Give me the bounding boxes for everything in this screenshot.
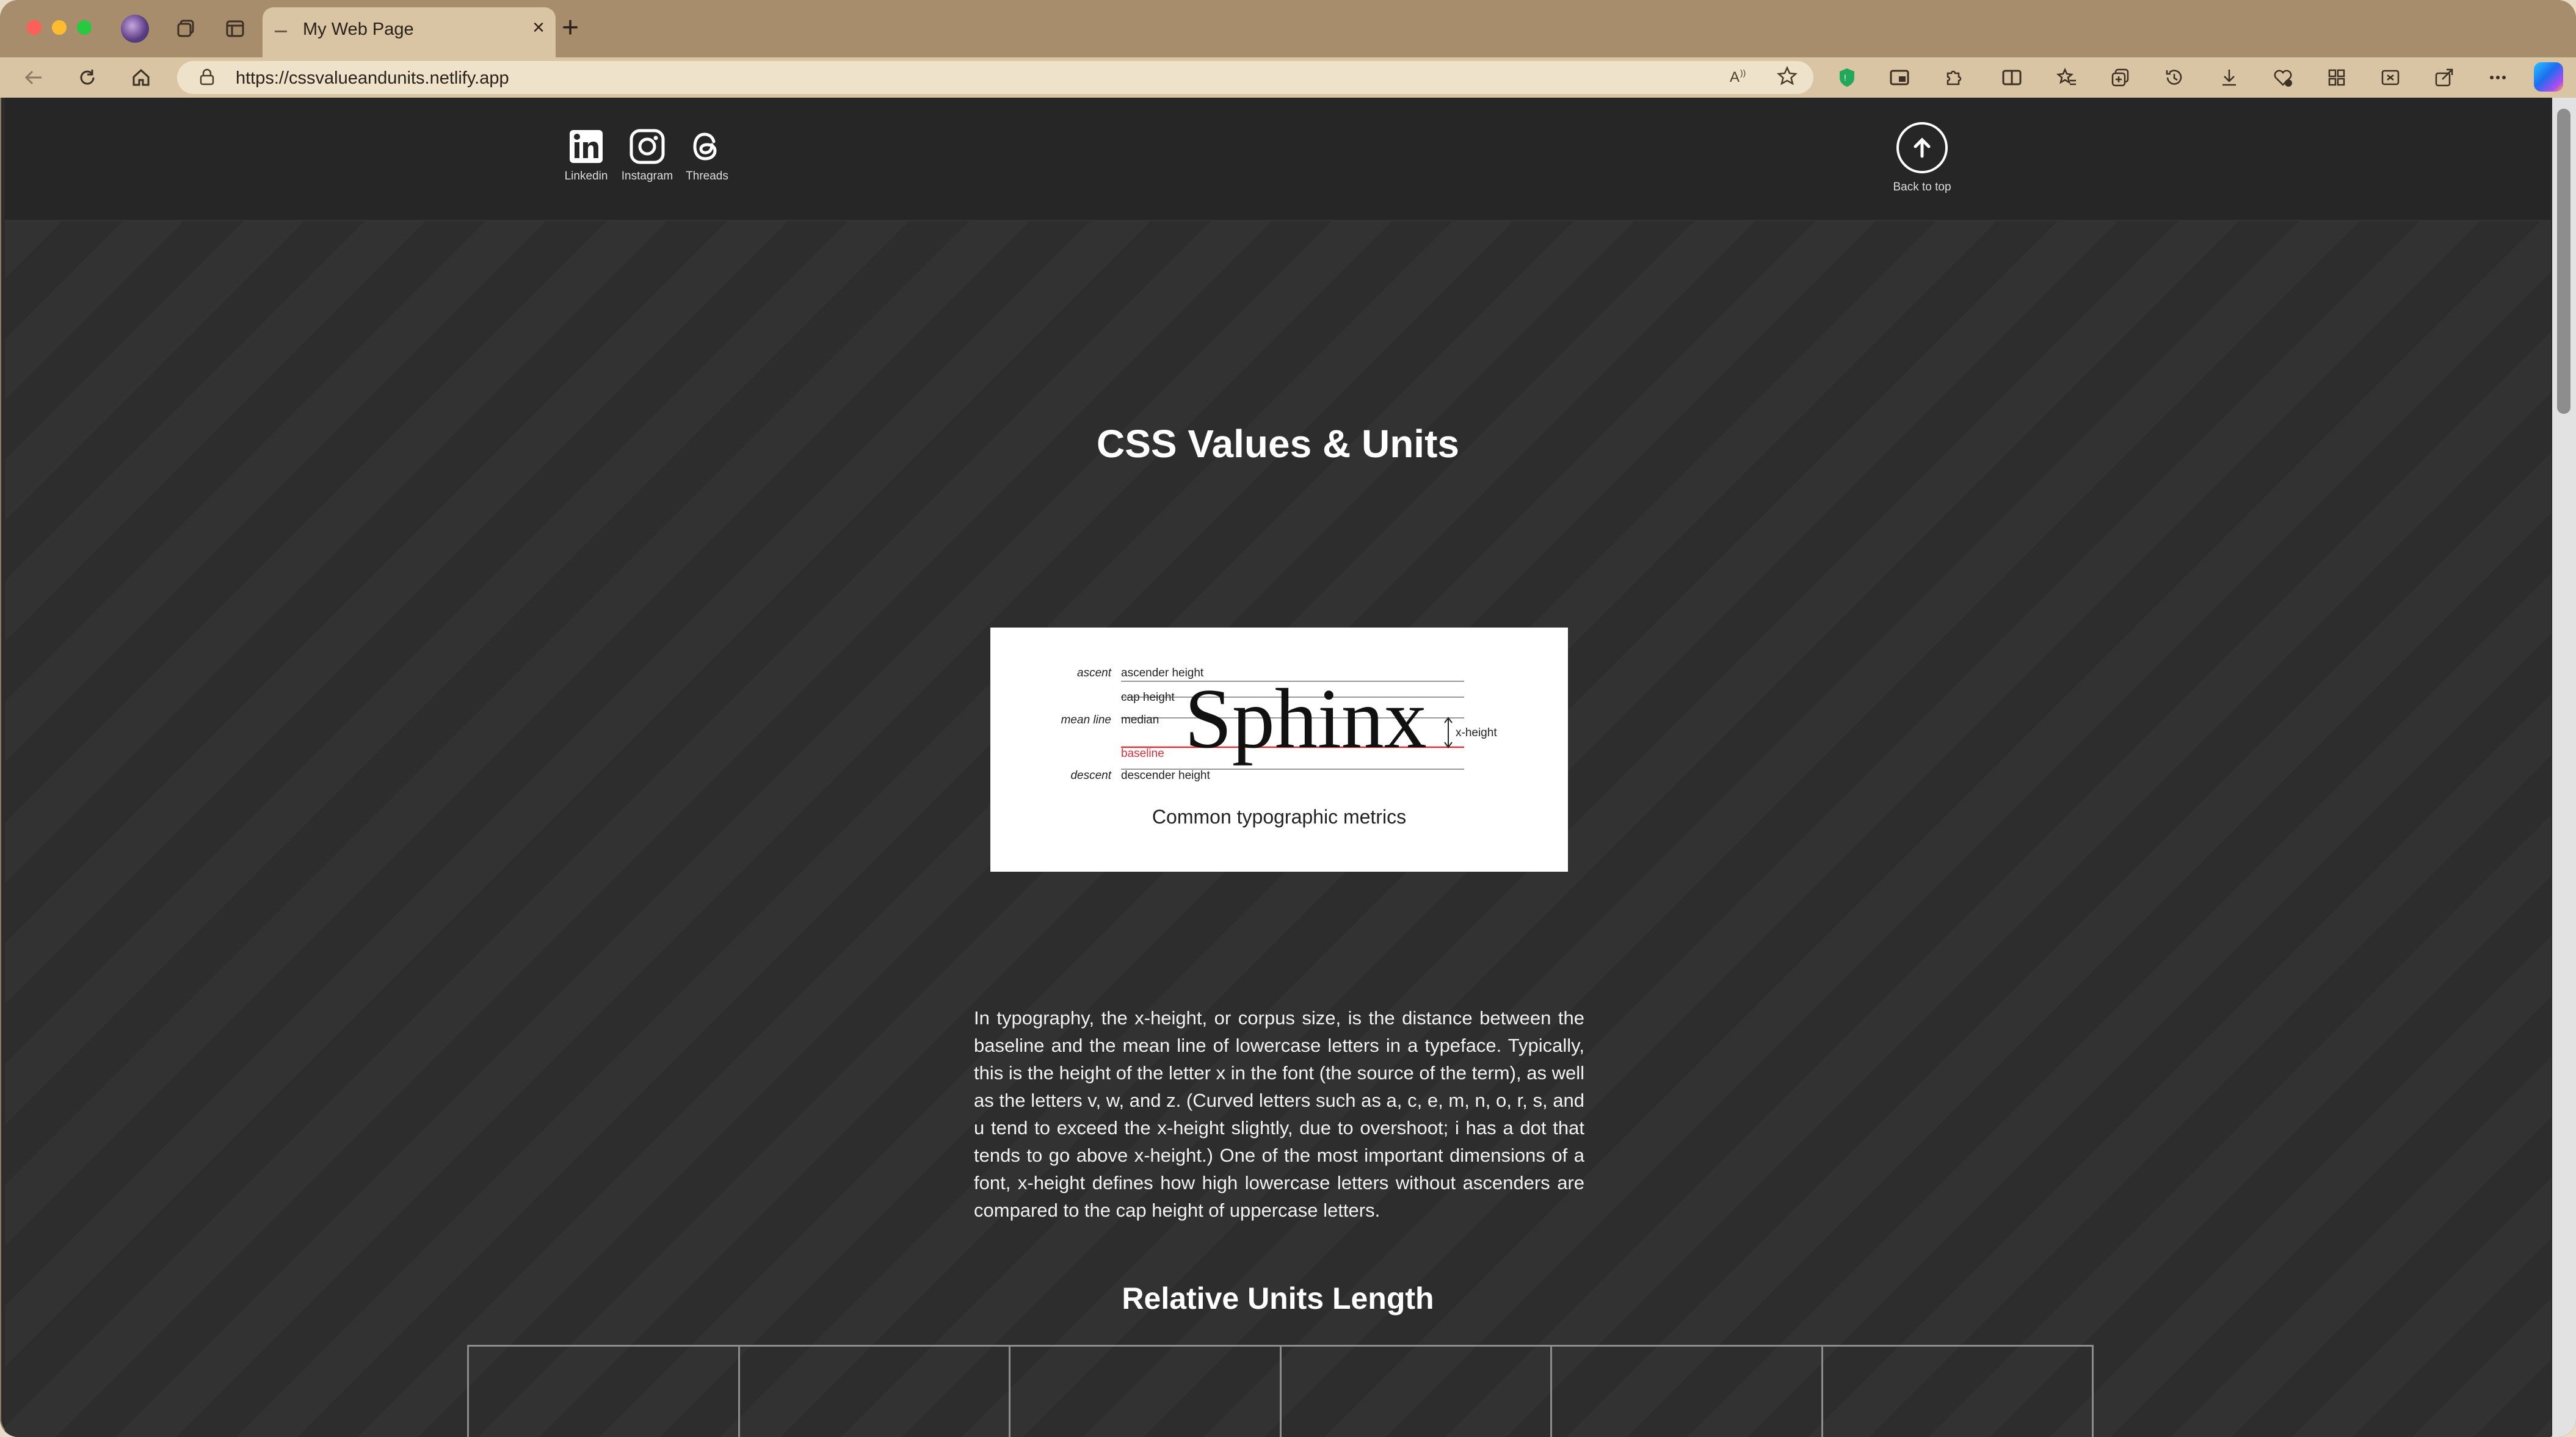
svg-text:)): )) xyxy=(1740,68,1746,78)
close-tab-icon[interactable]: × xyxy=(532,16,545,40)
descent-label: descent xyxy=(1070,769,1111,782)
favorites-icon[interactable] xyxy=(2055,66,2078,89)
tab-favicon xyxy=(275,31,287,32)
figure-caption: Common typographic metrics xyxy=(1152,806,1407,828)
sphinx-word: Sphinx xyxy=(1185,671,1427,766)
picture-in-picture-icon[interactable] xyxy=(1888,66,1911,89)
arrow-up-icon xyxy=(1896,122,1948,173)
svg-text:!: ! xyxy=(1844,73,1846,82)
web-page: Linkedin Instagram Threads Back to top C… xyxy=(5,98,2551,1437)
tab-title: My Web Page xyxy=(303,20,414,39)
collections-icon[interactable] xyxy=(2109,66,2132,89)
typography-figure: ascent mean line descent ascender height… xyxy=(990,628,1568,872)
back-to-top-label: Back to top xyxy=(1893,181,1951,194)
linkedin-label: Linkedin xyxy=(564,170,608,183)
page-title: CSS Values & Units xyxy=(1097,422,1459,466)
x-height-label: x-height xyxy=(1456,726,1497,739)
back-arrow-icon[interactable] xyxy=(18,62,49,93)
share-icon[interactable] xyxy=(2433,66,2456,89)
refresh-icon[interactable] xyxy=(72,62,103,93)
close-window-button[interactable] xyxy=(27,20,42,35)
page-scrollbar[interactable] xyxy=(2552,98,2576,1437)
table-cell xyxy=(1823,1347,2092,1437)
social-linkedin[interactable]: Linkedin xyxy=(562,127,611,183)
downloads-icon[interactable] xyxy=(2218,66,2241,89)
vpn-shield-icon[interactable]: ! xyxy=(1835,66,1859,89)
performance-heart-icon[interactable] xyxy=(2271,66,2295,89)
minimize-window-button[interactable] xyxy=(52,20,67,35)
tab-bar: My Web Page × + xyxy=(0,0,2576,57)
lock-icon[interactable] xyxy=(199,68,215,90)
vertical-tabs-icon[interactable] xyxy=(221,15,249,43)
relative-units-table xyxy=(467,1345,2094,1437)
more-menu-icon[interactable] xyxy=(2486,66,2509,89)
profile-avatar[interactable] xyxy=(121,15,149,43)
browser-window: My Web Page × + https://cssvalueandunits… xyxy=(0,0,2576,1437)
split-screen-icon[interactable] xyxy=(2000,66,2023,89)
apps-icon[interactable] xyxy=(2325,66,2348,89)
url-text[interactable]: https://cssvalueandunits.netlify.app xyxy=(236,68,509,89)
threads-label: Threads xyxy=(686,170,728,183)
favorite-star-icon[interactable] xyxy=(1776,65,1798,92)
baseline-label: baseline xyxy=(1121,747,1164,760)
address-bar[interactable]: https://cssvalueandunits.netlify.app A)) xyxy=(177,61,1813,94)
extensions-icon[interactable] xyxy=(1942,66,1965,89)
maximize-window-button[interactable] xyxy=(77,20,92,35)
table-cell xyxy=(1552,1347,1823,1437)
table-cell xyxy=(740,1347,1010,1437)
typographic-metrics-diagram: ascent mean line descent ascender height… xyxy=(1061,667,1498,782)
social-instagram[interactable]: Instagram xyxy=(618,127,677,183)
workspaces-icon[interactable] xyxy=(172,15,200,43)
cap-height-label: cap height xyxy=(1121,691,1175,704)
tab-active[interactable]: My Web Page × xyxy=(263,7,556,57)
table-cell xyxy=(1282,1347,1552,1437)
scrollbar-thumb[interactable] xyxy=(2557,109,2571,414)
ascent-label: ascent xyxy=(1077,667,1112,679)
table-cell xyxy=(469,1347,740,1437)
table-cell xyxy=(1010,1347,1282,1437)
social-threads[interactable]: Threads xyxy=(681,127,733,183)
mean-line-label: mean line xyxy=(1061,714,1111,726)
x-height-paragraph: In typography, the x-height, or corpus s… xyxy=(974,1007,1584,1221)
new-tab-button[interactable]: + xyxy=(562,11,579,45)
section-title: Relative Units Length xyxy=(1122,1281,1434,1316)
copilot-icon[interactable] xyxy=(2534,62,2563,92)
instagram-icon xyxy=(628,127,667,166)
linkedin-icon xyxy=(567,127,606,166)
site-header: Linkedin Instagram Threads Back to top xyxy=(5,98,2551,221)
svg-text:A: A xyxy=(1730,69,1740,85)
descender-height-label: descender height xyxy=(1121,769,1210,782)
history-icon[interactable] xyxy=(2163,66,2186,89)
read-aloud-icon[interactable]: A)) xyxy=(1728,66,1749,92)
threads-icon xyxy=(688,127,727,166)
screenshot-icon[interactable] xyxy=(2379,66,2402,89)
toolbar: https://cssvalueandunits.netlify.app A))… xyxy=(0,57,2576,98)
back-to-top-button[interactable]: Back to top xyxy=(1867,122,1977,194)
instagram-label: Instagram xyxy=(621,170,673,183)
median-label: median xyxy=(1121,714,1159,726)
home-icon[interactable] xyxy=(126,62,156,93)
